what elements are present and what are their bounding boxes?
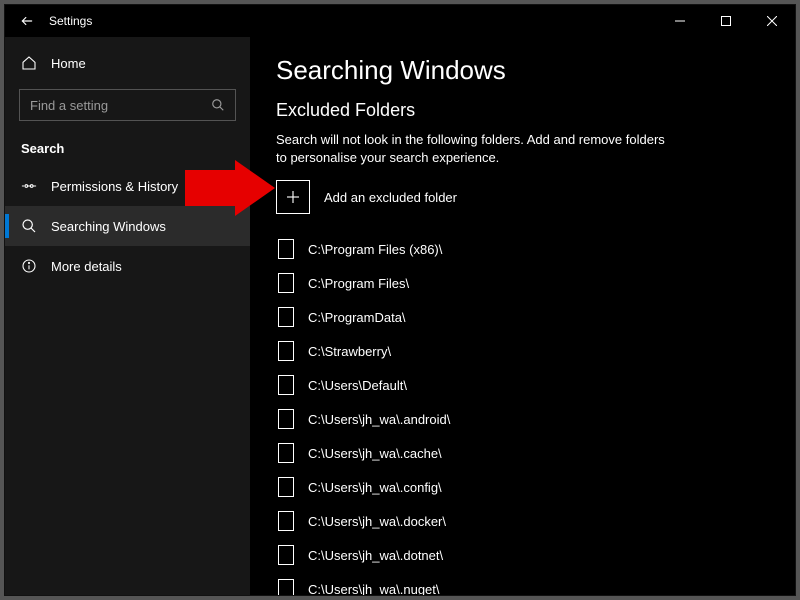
maximize-icon: [721, 16, 731, 26]
file-icon: [278, 511, 294, 531]
section-subtitle: Excluded Folders: [276, 100, 769, 121]
excluded-folder-path: C:\Strawberry\: [308, 344, 391, 359]
sidebar-item-label: Searching Windows: [51, 219, 166, 234]
titlebar-left: Settings: [5, 5, 92, 37]
sidebar: Home Search Permissions & History Se: [5, 37, 250, 595]
annotation-pointer-arrow: [185, 160, 275, 216]
excluded-folder-row[interactable]: C:\Users\jh_wa\.dotnet\: [276, 538, 769, 572]
section-description: Search will not look in the following fo…: [276, 131, 676, 166]
close-icon: [767, 16, 777, 26]
file-icon: [278, 477, 294, 497]
body: Home Search Permissions & History Se: [5, 37, 795, 595]
file-icon: [278, 341, 294, 361]
history-icon: [21, 178, 37, 194]
settings-window: Settings Home: [4, 4, 796, 596]
add-excluded-folder-button[interactable]: Add an excluded folder: [276, 180, 769, 214]
excluded-folder-path: C:\Users\jh_wa\.config\: [308, 480, 442, 495]
excluded-folder-path: C:\Users\jh_wa\.android\: [308, 412, 450, 427]
search-input-container[interactable]: [19, 89, 236, 121]
excluded-folder-row[interactable]: C:\Users\jh_wa\.config\: [276, 470, 769, 504]
excluded-folder-row[interactable]: C:\Users\jh_wa\.cache\: [276, 436, 769, 470]
minimize-icon: [675, 16, 685, 26]
add-excluded-folder-label: Add an excluded folder: [324, 190, 457, 205]
minimize-button[interactable]: [657, 5, 703, 37]
excluded-folder-list: C:\Program Files (x86)\ C:\Program Files\…: [276, 232, 769, 595]
excluded-folder-path: C:\Users\Default\: [308, 378, 407, 393]
arrow-left-icon: [20, 14, 34, 28]
file-icon: [278, 239, 294, 259]
excluded-folder-row[interactable]: C:\Program Files (x86)\: [276, 232, 769, 266]
window-title: Settings: [49, 14, 92, 28]
file-icon: [278, 579, 294, 595]
file-icon: [278, 545, 294, 565]
maximize-button[interactable]: [703, 5, 749, 37]
titlebar: Settings: [5, 5, 795, 37]
home-icon: [21, 55, 37, 71]
sidebar-item-more-details[interactable]: More details: [5, 246, 250, 286]
file-icon: [278, 307, 294, 327]
info-icon: [21, 258, 37, 274]
content-panel: Searching Windows Excluded Folders Searc…: [250, 37, 795, 595]
excluded-folder-path: C:\Users\jh_wa\.cache\: [308, 446, 442, 461]
sidebar-item-label: More details: [51, 259, 122, 274]
excluded-folder-row[interactable]: C:\Program Files\: [276, 266, 769, 300]
search-input[interactable]: [30, 98, 200, 113]
excluded-folder-path: C:\ProgramData\: [308, 310, 406, 325]
search-icon: [211, 98, 225, 112]
excluded-folder-row[interactable]: C:\Users\jh_wa\.nuget\: [276, 572, 769, 595]
window-controls: [657, 5, 795, 37]
excluded-folder-row[interactable]: C:\ProgramData\: [276, 300, 769, 334]
excluded-folder-path: C:\Users\jh_wa\.nuget\: [308, 582, 440, 595]
excluded-folder-row[interactable]: C:\Users\jh_wa\.docker\: [276, 504, 769, 538]
page-title: Searching Windows: [276, 55, 769, 86]
excluded-folder-path: C:\Program Files (x86)\: [308, 242, 442, 257]
excluded-folder-path: C:\Users\jh_wa\.dotnet\: [308, 548, 443, 563]
file-icon: [278, 443, 294, 463]
file-icon: [278, 273, 294, 293]
excluded-folder-row[interactable]: C:\Users\Default\: [276, 368, 769, 402]
home-label: Home: [51, 56, 86, 71]
excluded-folder-row[interactable]: C:\Users\jh_wa\.android\: [276, 402, 769, 436]
sidebar-item-label: Permissions & History: [51, 179, 178, 194]
excluded-folder-path: C:\Program Files\: [308, 276, 409, 291]
plus-icon: [276, 180, 310, 214]
excluded-folder-row[interactable]: C:\Strawberry\: [276, 334, 769, 368]
close-button[interactable]: [749, 5, 795, 37]
home-button[interactable]: Home: [5, 43, 250, 83]
file-icon: [278, 409, 294, 429]
excluded-folder-path: C:\Users\jh_wa\.docker\: [308, 514, 446, 529]
file-icon: [278, 375, 294, 395]
back-button[interactable]: [5, 5, 49, 37]
search-icon: [21, 218, 37, 234]
